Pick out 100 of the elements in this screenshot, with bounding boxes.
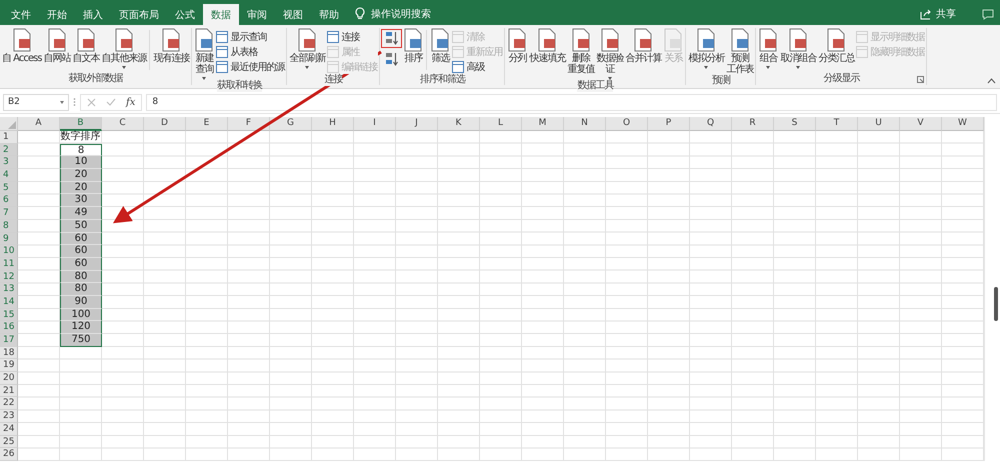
share-icon[interactable]: [920, 8, 932, 20]
row-header[interactable]: 1: [0, 131, 18, 144]
column-header[interactable]: D: [144, 117, 186, 131]
column-header[interactable]: C: [102, 117, 144, 131]
drag-handle-icon[interactable]: [73, 97, 76, 107]
row-header[interactable]: 4: [0, 169, 18, 182]
table-cell[interactable]: 80: [60, 270, 102, 284]
row-header[interactable]: 5: [0, 182, 18, 194]
table-cell[interactable]: 120: [60, 321, 102, 334]
ribbon-button[interactable]: 取消组合: [779, 28, 818, 69]
table-cell[interactable]: 30: [60, 194, 102, 208]
table-cell[interactable]: 90: [60, 296, 102, 309]
column-header[interactable]: Q: [690, 117, 732, 131]
ribbon-button[interactable]: 全部刷新: [288, 28, 326, 69]
column-header[interactable]: K: [438, 117, 480, 131]
column-header[interactable]: R: [732, 117, 774, 131]
column-header[interactable]: O: [606, 117, 648, 131]
row-header[interactable]: 24: [0, 422, 18, 436]
row-header[interactable]: 26: [0, 448, 18, 461]
ribbon-tab[interactable]: 数据: [203, 4, 239, 25]
launcher-icon[interactable]: [917, 76, 924, 83]
row-header[interactable]: 11: [0, 258, 18, 271]
check-icon[interactable]: [106, 98, 116, 106]
row-header[interactable]: 2: [0, 144, 18, 156]
table-cell[interactable]: 49: [60, 207, 102, 220]
row-header[interactable]: 8: [0, 220, 18, 232]
row-header[interactable]: 14: [0, 296, 18, 309]
collapse-icon[interactable]: [987, 78, 996, 84]
share-button[interactable]: 共享: [936, 4, 956, 25]
ribbon-button[interactable]: 筛选: [429, 28, 452, 64]
row-header[interactable]: 18: [0, 346, 18, 360]
column-header[interactable]: J: [396, 117, 438, 131]
row-header[interactable]: 10: [0, 245, 18, 258]
table-cell[interactable]: 60: [60, 258, 102, 271]
ribbon-button[interactable]: 组合: [757, 28, 780, 69]
table-cell[interactable]: 100: [60, 308, 102, 322]
column-header[interactable]: V: [900, 117, 942, 131]
column-header[interactable]: S: [774, 117, 816, 131]
column-header[interactable]: T: [816, 117, 858, 131]
formula-field[interactable]: 8: [146, 94, 997, 110]
ribbon-button[interactable]: 数据验 证: [595, 28, 624, 80]
ribbon-button[interactable]: 分列: [506, 28, 528, 64]
table-cell[interactable]: 8: [60, 144, 102, 156]
ribbon-tab[interactable]: 审阅: [239, 4, 275, 25]
ribbon-button[interactable]: 删除 重复值: [566, 28, 596, 75]
table-cell[interactable]: 20: [60, 169, 102, 182]
sort-ascending-button[interactable]: [381, 29, 402, 48]
column-header[interactable]: L: [480, 117, 522, 131]
column-header[interactable]: I: [354, 117, 396, 131]
ribbon-button[interactable]: 模拟分析: [687, 28, 726, 69]
row-header[interactable]: 15: [0, 308, 18, 322]
table-cell[interactable]: 750: [60, 334, 102, 347]
row-header[interactable]: 6: [0, 194, 18, 208]
row-header[interactable]: 22: [0, 397, 18, 410]
row-header[interactable]: 20: [0, 372, 18, 385]
comment-icon[interactable]: [982, 9, 994, 20]
row-header[interactable]: 23: [0, 410, 18, 423]
ribbon-button[interactable]: 分类汇总: [817, 28, 856, 64]
ribbon-tab[interactable]: 页面布局: [111, 4, 167, 25]
row-header[interactable]: 9: [0, 232, 18, 246]
column-header[interactable]: U: [858, 117, 900, 131]
column-header[interactable]: B: [60, 117, 102, 131]
row-header[interactable]: 25: [0, 436, 18, 448]
column-header[interactable]: A: [18, 117, 60, 131]
ribbon-tab[interactable]: 文件: [3, 4, 39, 25]
name-box[interactable]: B2: [3, 94, 69, 110]
row-header[interactable]: 13: [0, 283, 18, 296]
row-header[interactable]: 16: [0, 321, 18, 334]
column-header[interactable]: P: [648, 117, 690, 131]
column-header[interactable]: H: [312, 117, 354, 131]
ribbon-tab[interactable]: 视图: [275, 4, 311, 25]
ribbon-button[interactable]: 自 Access: [1, 28, 42, 64]
ribbon-button[interactable]: 自网站: [42, 28, 72, 64]
table-cell[interactable]: 80: [60, 283, 102, 296]
ribbon-button[interactable]: 自文本: [71, 28, 100, 64]
row-header[interactable]: 19: [0, 359, 18, 372]
insert-function-button[interactable]: fx: [126, 96, 136, 108]
ribbon-button[interactable]: 自其他来源: [100, 28, 148, 69]
column-header[interactable]: G: [270, 117, 312, 131]
column-header[interactable]: M: [522, 117, 564, 131]
ribbon-tab[interactable]: 插入: [75, 4, 111, 25]
ribbon-button[interactable]: 快速填充: [528, 28, 566, 64]
ribbon-tab[interactable]: 帮助: [311, 4, 347, 25]
row-header[interactable]: 21: [0, 384, 18, 398]
search-field[interactable]: 操作说明搜索: [371, 4, 431, 25]
row-header[interactable]: 3: [0, 156, 18, 170]
ribbon-button[interactable]: 新建 查询: [193, 28, 216, 80]
table-cell[interactable]: 50: [60, 220, 102, 232]
column-header[interactable]: E: [186, 117, 228, 131]
ribbon-button[interactable]: 合并计算: [624, 28, 662, 64]
column-header[interactable]: F: [228, 117, 270, 131]
scrollbar-thumb[interactable]: [994, 287, 998, 321]
table-cell[interactable]: 60: [60, 245, 102, 258]
ribbon-button[interactable]: 预测 工作表: [725, 28, 754, 75]
table-cell[interactable]: 60: [60, 232, 102, 246]
column-header[interactable]: W: [942, 117, 984, 131]
table-cell[interactable]: 10: [60, 156, 102, 170]
row-header[interactable]: 7: [0, 207, 18, 220]
ribbon-button[interactable]: 现有连接: [152, 28, 190, 64]
ribbon-button[interactable]: 排序: [402, 28, 424, 64]
